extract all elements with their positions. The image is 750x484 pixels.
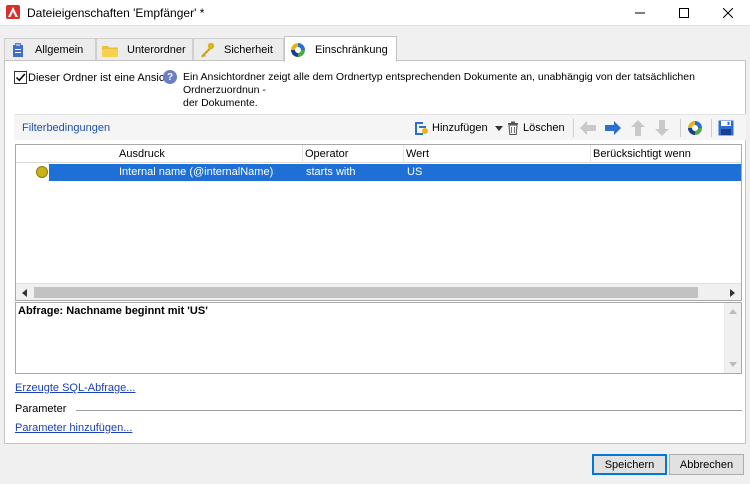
tab-allgemein[interactable]: Allgemein — [4, 38, 96, 61]
dropdown-arrow-icon — [494, 125, 503, 131]
scroll-left-button[interactable] — [16, 284, 33, 300]
column-header-operator[interactable]: Operator — [305, 148, 348, 160]
toolbar-separator — [711, 119, 712, 137]
column-separator[interactable] — [302, 145, 303, 163]
filter-conditions-grid: Ausdruck Operator Wert Berücksichtigt we… — [15, 144, 742, 301]
column-header-expression[interactable]: Ausdruck — [119, 148, 165, 160]
info-icon: ? — [163, 70, 177, 84]
scroll-down-button[interactable] — [725, 356, 741, 373]
vertical-scrollbar[interactable] — [724, 303, 741, 373]
horizontal-scrollbar[interactable] — [16, 283, 741, 300]
info-line-1: Ein Ansichtordner zeigt alle dem Ordnert… — [183, 71, 695, 96]
move-right-button[interactable] — [605, 118, 621, 138]
add-condition-icon — [415, 122, 428, 135]
generated-sql-link[interactable]: Erzeugte SQL-Abfrage... — [15, 382, 135, 394]
close-button[interactable] — [706, 0, 750, 26]
arrow-down-icon — [655, 120, 669, 136]
save-button[interactable]: Speichern — [592, 454, 667, 475]
view-folder-label[interactable]: Dieser Ordner ist eine Ansicht — [28, 72, 174, 84]
table-row[interactable]: Internal name (@internalName) starts wit… — [16, 164, 741, 181]
parameter-section-label: Parameter — [15, 403, 67, 415]
view-folder-row: Dieser Ordner ist eine Ansicht ? Ein Ans… — [14, 70, 742, 109]
info-line-2: der Dokumente. — [183, 97, 258, 109]
scroll-left-icon — [22, 288, 27, 297]
view-folder-info: Ein Ansichtordner zeigt alle dem Ordnert… — [183, 71, 743, 110]
column-separator[interactable] — [590, 145, 591, 163]
trash-icon — [508, 121, 518, 135]
tab-label: Allgemein — [35, 44, 84, 56]
condition-status-icon — [36, 166, 48, 178]
scroll-right-icon — [730, 288, 735, 297]
tab-label: Sicherheit — [224, 44, 273, 56]
filter-pie-icon — [289, 42, 307, 58]
window-title: Dateieigenschaften 'Empfänger' * — [27, 6, 205, 20]
minimize-button[interactable] — [618, 0, 662, 26]
minimize-icon — [635, 12, 645, 14]
tab-label: Unterordner — [127, 44, 186, 56]
cell-value[interactable]: US — [407, 166, 422, 178]
arrow-right-icon — [605, 121, 621, 135]
close-icon — [723, 8, 733, 18]
folder-icon — [101, 42, 119, 58]
move-left-button[interactable] — [580, 118, 596, 138]
tab-einschraenkung[interactable]: Einschränkung — [284, 36, 397, 62]
cell-operator[interactable]: starts with — [306, 166, 356, 178]
arrow-left-icon — [580, 121, 596, 135]
title-bar: Dateieigenschaften 'Empfänger' * — [0, 0, 750, 26]
tab-label: Einschränkung — [315, 43, 388, 56]
query-preview: Abfrage: Nachname beginnt mit 'US' — [15, 302, 742, 374]
add-parameter-link[interactable]: Parameter hinzufügen... — [15, 422, 132, 434]
arrow-up-icon — [631, 120, 645, 136]
scroll-right-button[interactable] — [724, 284, 741, 300]
column-header-value[interactable]: Wert — [406, 148, 429, 160]
filter-refresh-icon — [688, 121, 702, 135]
column-header-condition[interactable]: Berücksichtigt wenn — [593, 148, 691, 160]
maximize-button[interactable] — [662, 0, 706, 26]
cell-expression[interactable]: Internal name (@internalName) — [119, 166, 273, 178]
view-folder-checkbox[interactable] — [14, 71, 27, 84]
maximize-icon — [679, 8, 689, 18]
delete-label: Löschen — [523, 122, 565, 134]
refresh-filter-button[interactable] — [687, 118, 703, 138]
app-logo-icon — [6, 5, 20, 19]
tab-page-einschraenkung: Dieser Ordner ist eine Ansicht ? Ein Ans… — [4, 60, 746, 444]
checkmark-icon — [15, 73, 26, 82]
cancel-button[interactable]: Abbrechen — [669, 454, 744, 475]
scroll-down-icon — [729, 362, 737, 367]
add-button[interactable]: Hinzufügen — [414, 118, 503, 138]
clipboard-icon — [9, 42, 27, 58]
floppy-disk-icon — [718, 120, 734, 136]
add-label: Hinzufügen — [432, 122, 488, 134]
filter-conditions-title: Filterbedingungen — [22, 122, 111, 134]
toolbar-separator — [680, 119, 681, 137]
parameter-divider — [76, 410, 742, 411]
tab-sicherheit[interactable]: Sicherheit — [193, 38, 284, 61]
tab-unterordner[interactable]: Unterordner — [96, 38, 193, 61]
scroll-up-button[interactable] — [725, 303, 741, 320]
column-separator[interactable] — [403, 145, 404, 163]
query-text: Abfrage: Nachname beginnt mit 'US' — [18, 305, 208, 317]
key-icon — [198, 42, 216, 58]
save-filter-button[interactable] — [718, 118, 734, 138]
grid-header: Ausdruck Operator Wert Berücksichtigt we… — [16, 145, 741, 163]
scroll-up-icon — [729, 309, 737, 314]
filter-toolbar: Filterbedingungen Hinzufügen Löschen — [14, 114, 746, 140]
move-up-button[interactable] — [631, 118, 645, 138]
toolbar-separator — [573, 119, 574, 137]
delete-button[interactable]: Löschen — [507, 118, 565, 138]
move-down-button[interactable] — [655, 118, 669, 138]
scrollbar-thumb[interactable] — [34, 287, 698, 298]
